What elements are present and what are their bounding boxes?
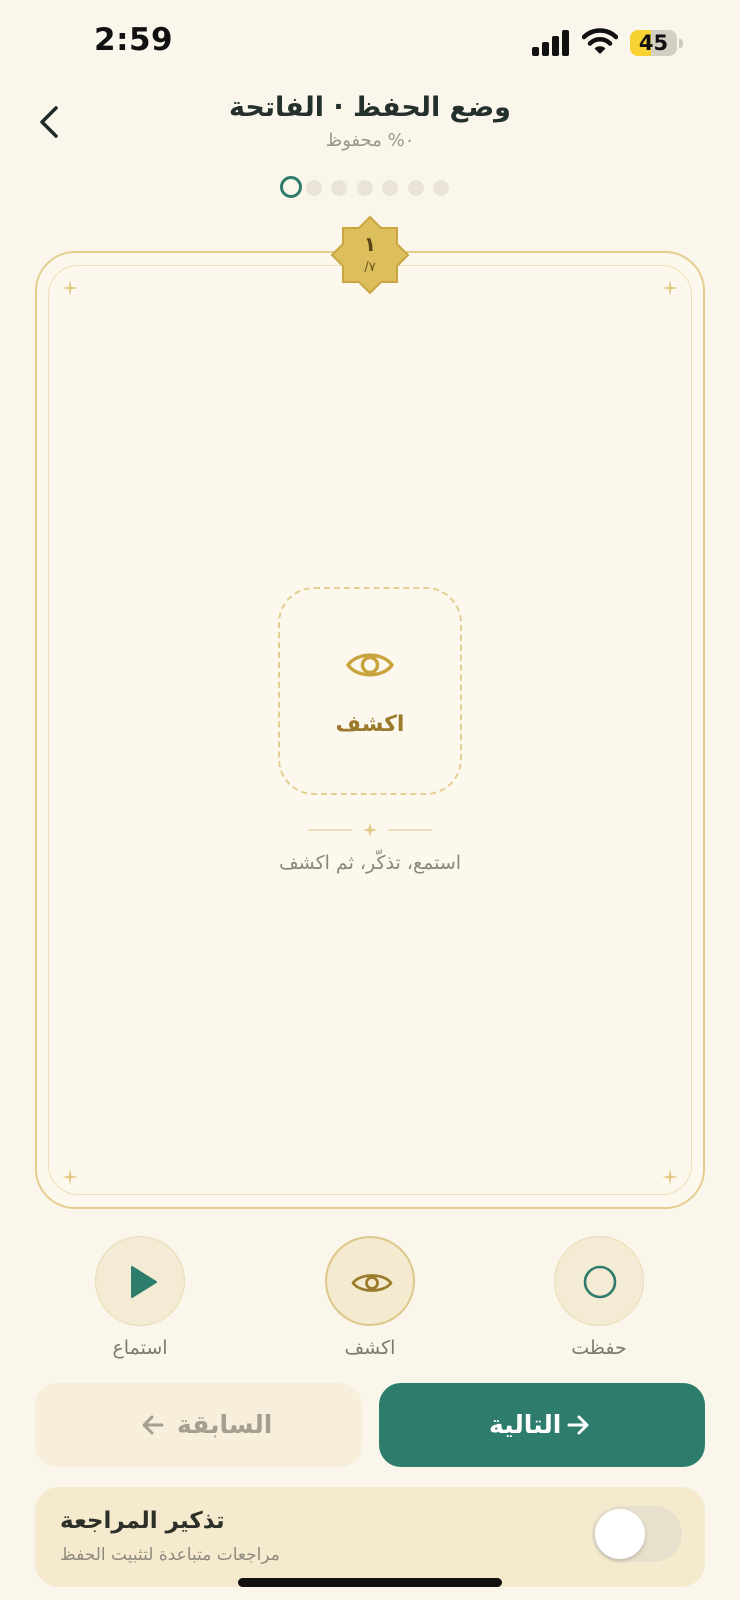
page-dot	[433, 180, 449, 196]
sparkle-icon	[62, 1169, 78, 1185]
listen-label: استماع	[112, 1337, 168, 1359]
toggle-knob	[595, 1509, 645, 1559]
arrow-right-icon	[567, 1415, 589, 1435]
reveal-area[interactable]	[278, 587, 462, 795]
page-dot	[407, 180, 424, 196]
eye-icon	[346, 653, 394, 677]
sparkle-icon	[662, 1169, 678, 1185]
circle-icon	[583, 1265, 617, 1299]
page-dot	[305, 180, 322, 196]
page-dot	[356, 180, 373, 196]
listen-button[interactable]	[95, 1236, 185, 1326]
next-label: التالية	[489, 1410, 562, 1439]
verse-total: /٧	[364, 260, 376, 275]
reminder-title: تذكير المراجعة	[60, 1508, 225, 1534]
battery-percentage: 45	[638, 31, 669, 55]
previous-label: السابقة	[177, 1410, 273, 1439]
memorized-label: حفظت	[571, 1337, 627, 1359]
next-button[interactable]: التالية	[379, 1383, 705, 1467]
sparkle-icon	[62, 280, 78, 296]
verse-number: ١	[363, 232, 377, 256]
page-dot	[382, 180, 398, 196]
chevron-left-icon	[40, 106, 58, 138]
reminder-toggle[interactable]	[592, 1506, 682, 1562]
ornament-divider	[308, 823, 432, 837]
battery-icon: 45	[630, 30, 683, 56]
progress-subtitle: ٠% محفوظ	[325, 130, 415, 151]
eye-icon	[351, 1274, 393, 1292]
play-icon	[131, 1266, 157, 1298]
arrow-left-icon	[142, 1415, 164, 1435]
page-dot	[331, 180, 347, 196]
wifi-icon	[582, 28, 618, 54]
reveal-button[interactable]	[325, 1236, 415, 1326]
memorized-button[interactable]	[554, 1236, 644, 1326]
page-indicator	[280, 176, 460, 200]
reminder-subtitle: مراجعات متباعدة لتثبيت الحفظ	[60, 1545, 280, 1565]
status-time: 2:59	[94, 22, 174, 58]
back-button[interactable]	[30, 100, 70, 144]
page-dot-active	[280, 176, 302, 198]
reveal-label: اكشف	[335, 712, 405, 737]
sparkle-icon	[662, 280, 678, 296]
previous-button[interactable]: السابقة	[35, 1383, 362, 1467]
cellular-signal-icon	[532, 30, 569, 56]
reveal-action-label: اكشف	[344, 1337, 396, 1359]
page-title: وضع الحفظ · الفاتحة	[229, 92, 511, 123]
home-indicator	[238, 1578, 502, 1587]
instruction-hint: استمع، تذكّر، ثم اكشف	[278, 852, 462, 874]
